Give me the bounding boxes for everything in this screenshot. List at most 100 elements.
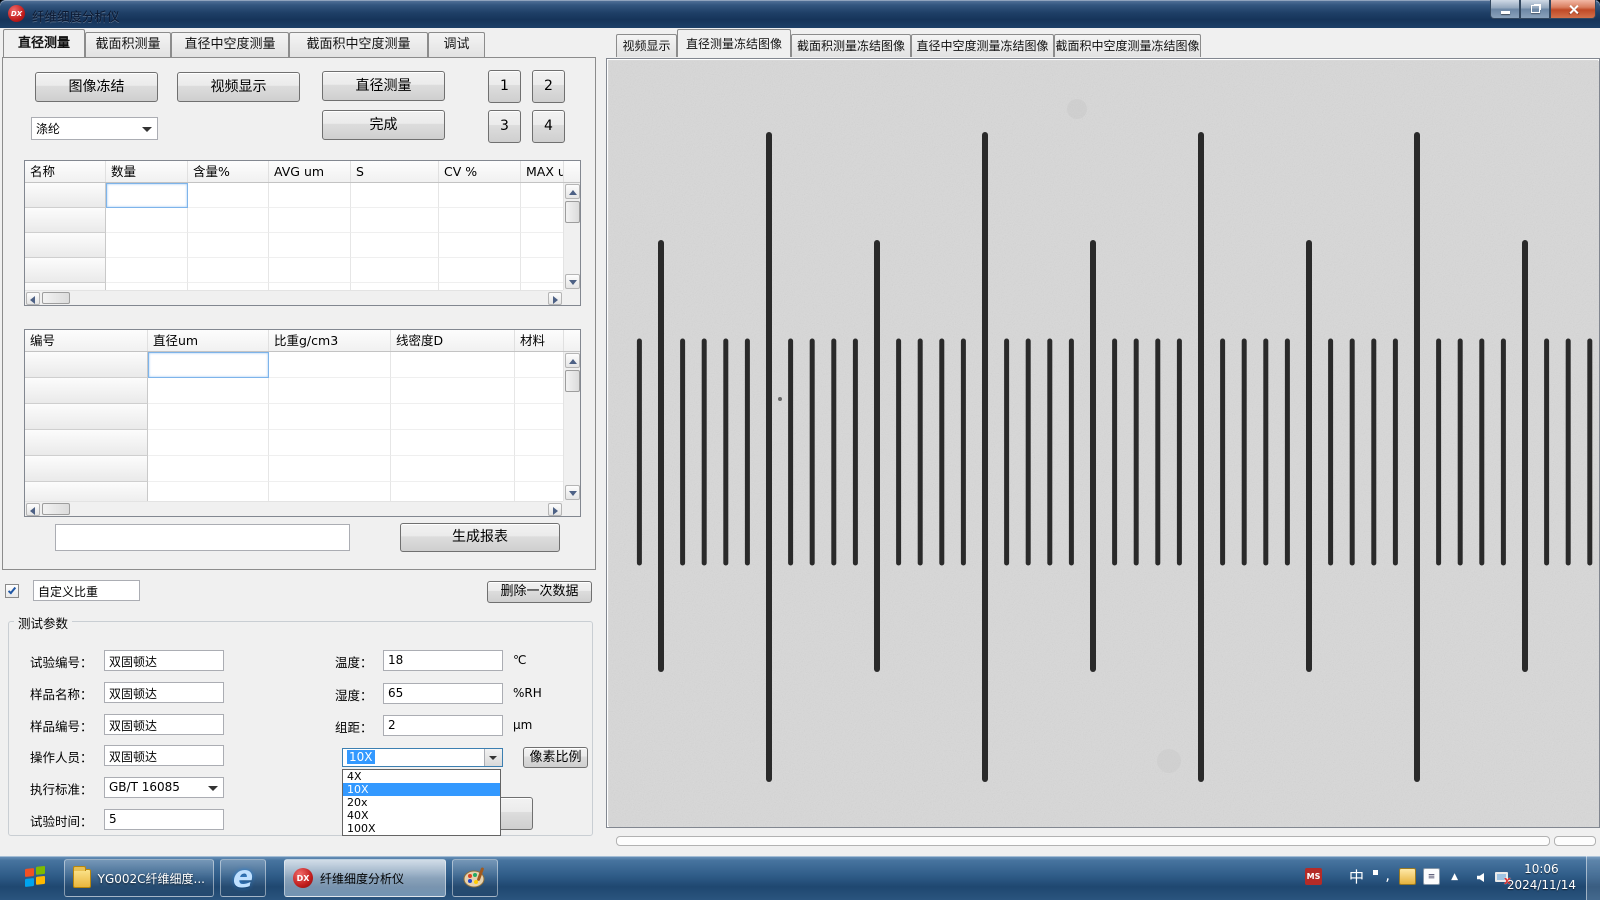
custom-density-checkbox[interactable] [5, 584, 19, 598]
table-cell[interactable] [269, 283, 351, 290]
stats-table-header-cell[interactable]: 名称 [25, 161, 106, 182]
table-cell[interactable] [269, 233, 351, 258]
test-time-input[interactable]: 5 [104, 809, 224, 830]
generate-report-button[interactable]: 生成报表 [400, 523, 560, 552]
row-header-cell[interactable] [25, 352, 148, 378]
table-cell[interactable] [269, 430, 391, 456]
tab-right-3[interactable]: 截面积测量冻结图像 [791, 34, 911, 57]
stats-table-vscrollbar[interactable] [563, 183, 580, 290]
ime-dot-icon[interactable] [1373, 870, 1378, 875]
ime-softkeyboard-icon[interactable]: ≡ [1423, 868, 1440, 885]
table-cell[interactable] [269, 378, 391, 404]
taskbar-item-app[interactable]: DX 纤维细度分析仪 [284, 859, 446, 897]
table-cell[interactable] [148, 378, 269, 404]
table-cell[interactable] [351, 258, 439, 283]
stats-table-header-cell[interactable]: 含量% [188, 161, 269, 182]
scroll-down-icon[interactable] [565, 274, 580, 289]
table-cell[interactable] [148, 404, 269, 430]
row-header-cell[interactable] [25, 378, 148, 404]
table-cell[interactable] [439, 283, 521, 290]
table-cell[interactable] [269, 183, 351, 208]
tab-right-4[interactable]: 直径中空度测量冻结图像 [911, 34, 1054, 57]
scroll-down-icon[interactable] [565, 485, 580, 500]
chevron-down-icon[interactable] [484, 749, 502, 766]
taskbar-item-paint[interactable] [452, 859, 498, 897]
scroll-right-icon[interactable] [548, 503, 562, 516]
pad-button-2[interactable]: 2 [532, 70, 565, 103]
table-cell[interactable] [148, 430, 269, 456]
table-cell[interactable] [391, 352, 515, 378]
row-header-cell[interactable] [25, 183, 106, 208]
group-distance-input[interactable]: 2 [383, 715, 503, 736]
tab-right-2[interactable]: 直径测量冻结图像 [677, 29, 791, 57]
dropdown-option-4X[interactable]: 4X [343, 770, 500, 783]
vscroll-thumb[interactable] [565, 370, 580, 392]
report-name-input[interactable] [55, 524, 350, 551]
table-cell[interactable] [106, 233, 188, 258]
sample-number-input[interactable]: 双固顿达 [104, 714, 224, 735]
close-button[interactable] [1550, 0, 1596, 19]
row-header-cell[interactable] [25, 430, 148, 456]
table-cell[interactable] [188, 208, 269, 233]
tray-clock[interactable]: 10:06 2024/11/14 [1507, 861, 1576, 893]
tab-left-1[interactable]: 直径测量 [3, 29, 85, 57]
fiber-table-header-cell[interactable]: 比重g/cm3 [269, 330, 391, 351]
row-header-cell[interactable] [25, 233, 106, 258]
standard-combobox[interactable]: GB/T 16085 [104, 777, 224, 798]
scroll-up-icon[interactable] [565, 353, 580, 368]
sample-name-input[interactable]: 双固顿达 [104, 682, 224, 703]
table-cell[interactable] [269, 456, 391, 482]
table-cell[interactable] [391, 378, 515, 404]
row-header-cell[interactable] [25, 208, 106, 233]
table-cell[interactable] [269, 404, 391, 430]
dropdown-option-100X[interactable]: 100X [343, 822, 500, 835]
dropdown-option-10X[interactable]: 10X [343, 783, 500, 796]
table-cell[interactable] [521, 233, 563, 258]
fiber-table-hscrollbar[interactable] [25, 501, 563, 516]
pad-button-3[interactable]: 3 [488, 110, 521, 143]
pixel-ratio-button[interactable]: 像素比例 [523, 747, 588, 768]
ime-skin-icon[interactable] [1399, 868, 1416, 885]
taskbar-item-folder[interactable]: YG002C纤维细度... [64, 859, 214, 897]
ime-punctuation-icon[interactable]: , [1385, 866, 1390, 884]
stats-table-header-cell[interactable]: MAX um [521, 161, 564, 182]
table-cell[interactable] [188, 183, 269, 208]
stats-table-header-cell[interactable]: S [351, 161, 439, 182]
table-cell[interactable] [188, 233, 269, 258]
table-cell[interactable] [148, 352, 269, 378]
operator-input[interactable]: 双固顿达 [104, 745, 224, 766]
taskbar-item-internet-explorer[interactable]: e [220, 859, 266, 897]
dropdown-option-40X[interactable]: 40X [343, 809, 500, 822]
fiber-table-header-cell[interactable]: 材料 [515, 330, 564, 351]
video-display-button[interactable]: 视频显示 [177, 72, 300, 102]
test-number-input[interactable]: 双固顿达 [104, 650, 224, 671]
table-cell[interactable] [439, 233, 521, 258]
diameter-measure-button[interactable]: 直径测量 [322, 71, 445, 101]
custom-density-input[interactable]: 自定义比重 [33, 580, 140, 601]
scroll-up-icon[interactable] [565, 184, 580, 199]
table-cell[interactable] [188, 258, 269, 283]
hscroll-thumb[interactable] [42, 292, 70, 304]
table-cell[interactable] [106, 258, 188, 283]
image-horizontal-scrollbar[interactable] [616, 836, 1550, 846]
row-header-cell[interactable] [25, 258, 106, 283]
stats-table-header-cell[interactable]: 数量 [106, 161, 188, 182]
frozen-image-viewport[interactable] [606, 58, 1600, 828]
table-cell[interactable] [106, 208, 188, 233]
table-cell[interactable] [351, 183, 439, 208]
table-cell[interactable] [148, 456, 269, 482]
fiber-table-header-cell[interactable]: 直径um [148, 330, 269, 351]
table-cell[interactable] [188, 283, 269, 290]
temperature-input[interactable]: 18 [383, 650, 503, 671]
table-cell[interactable] [521, 258, 563, 283]
freeze-image-button[interactable]: 图像冻结 [35, 72, 158, 102]
fiber-table-header-cell[interactable]: 线密度D [391, 330, 515, 351]
dropdown-option-20x[interactable]: 20x [343, 796, 500, 809]
table-cell[interactable] [269, 482, 391, 501]
ime-language-mode[interactable]: 中 [1349, 866, 1364, 887]
table-cell[interactable] [515, 378, 563, 404]
minimize-button[interactable] [1490, 0, 1520, 19]
table-cell[interactable] [521, 283, 563, 290]
tab-left-2[interactable]: 截面积测量 [85, 32, 171, 57]
fiber-table-vscrollbar[interactable] [563, 352, 580, 501]
